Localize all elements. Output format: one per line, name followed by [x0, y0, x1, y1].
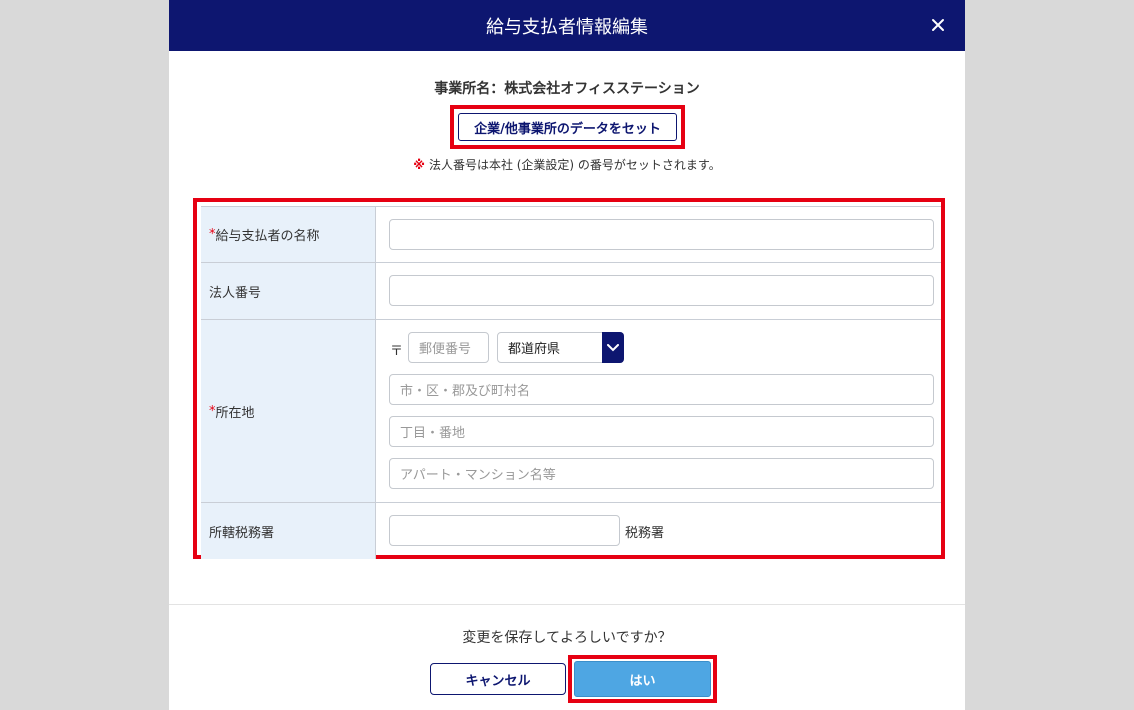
- yes-button-highlight: はい: [568, 655, 717, 703]
- block-input[interactable]: 丁目・番地: [389, 416, 934, 447]
- office-name: 事業所名：株式会社オフィスステーション: [434, 81, 700, 97]
- row-corporate-number: 法人番号: [201, 263, 941, 320]
- footer-divider: [169, 604, 965, 605]
- set-button-highlight: 企業/他事業所のデータをセット: [450, 105, 685, 149]
- form-highlight: * 給与支払者の名称 法人番号 * 所在地 〒 郵便番号 都道府県 市・区・郡及…: [193, 198, 945, 559]
- zip-code-input[interactable]: 郵便番号: [408, 332, 489, 363]
- tax-office-label-text: 所轄税務署: [209, 525, 275, 541]
- note-text: 法人番号は本社 (企業設定) の番号がセットされます。: [428, 158, 721, 172]
- corporate-number-label: 法人番号: [201, 263, 376, 319]
- payer-name-label-text: 給与支払者の名称: [215, 229, 320, 244]
- corporate-number-input[interactable]: [389, 275, 934, 306]
- row-payer-name: * 給与支払者の名称: [201, 207, 941, 263]
- prefecture-select[interactable]: 都道府県: [497, 332, 624, 363]
- note: ※ 法人番号は本社 (企業設定) の番号がセットされます。: [169, 156, 965, 173]
- confirm-message: 変更を保存してよろしいですか？: [462, 630, 672, 646]
- payer-form: * 給与支払者の名称 法人番号 * 所在地 〒 郵便番号 都道府県 市・区・郡及…: [201, 206, 941, 559]
- payer-name-label: * 給与支払者の名称: [201, 207, 376, 262]
- close-icon: [932, 19, 944, 31]
- dialog-header: 給与支払者情報編集: [169, 0, 965, 51]
- tax-office-suffix: 税務署: [625, 526, 665, 541]
- chevron-down-icon: [602, 332, 624, 363]
- row-address: * 所在地 〒 郵便番号 都道府県 市・区・郡及び町村名 丁目・番地 アパート・マ…: [201, 320, 941, 503]
- building-input[interactable]: アパート・マンション名等: [389, 458, 934, 489]
- cancel-button[interactable]: キャンセル: [430, 663, 566, 695]
- city-input[interactable]: 市・区・郡及び町村名: [389, 374, 934, 405]
- row-tax-office: 所轄税務署 税務署: [201, 503, 941, 559]
- note-mark: ※: [413, 158, 425, 172]
- tax-office-input[interactable]: [389, 515, 620, 546]
- postal-mark: 〒: [390, 344, 404, 359]
- corporate-number-label-text: 法人番号: [209, 285, 262, 301]
- address-label-text: 所在地: [215, 405, 255, 421]
- close-button[interactable]: [925, 12, 951, 38]
- tax-office-label: 所轄税務署: [201, 503, 376, 559]
- address-label: * 所在地: [201, 320, 376, 502]
- payer-name-input[interactable]: [389, 219, 934, 250]
- edit-dialog: 給与支払者情報編集 事業所名：株式会社オフィスステーション 企業/他事業所のデー…: [169, 0, 965, 710]
- dialog-title: 給与支払者情報編集: [486, 16, 648, 38]
- prefecture-value: 都道府県: [508, 342, 561, 357]
- set-company-data-button[interactable]: 企業/他事業所のデータをセット: [458, 113, 677, 141]
- yes-button[interactable]: はい: [574, 661, 711, 697]
